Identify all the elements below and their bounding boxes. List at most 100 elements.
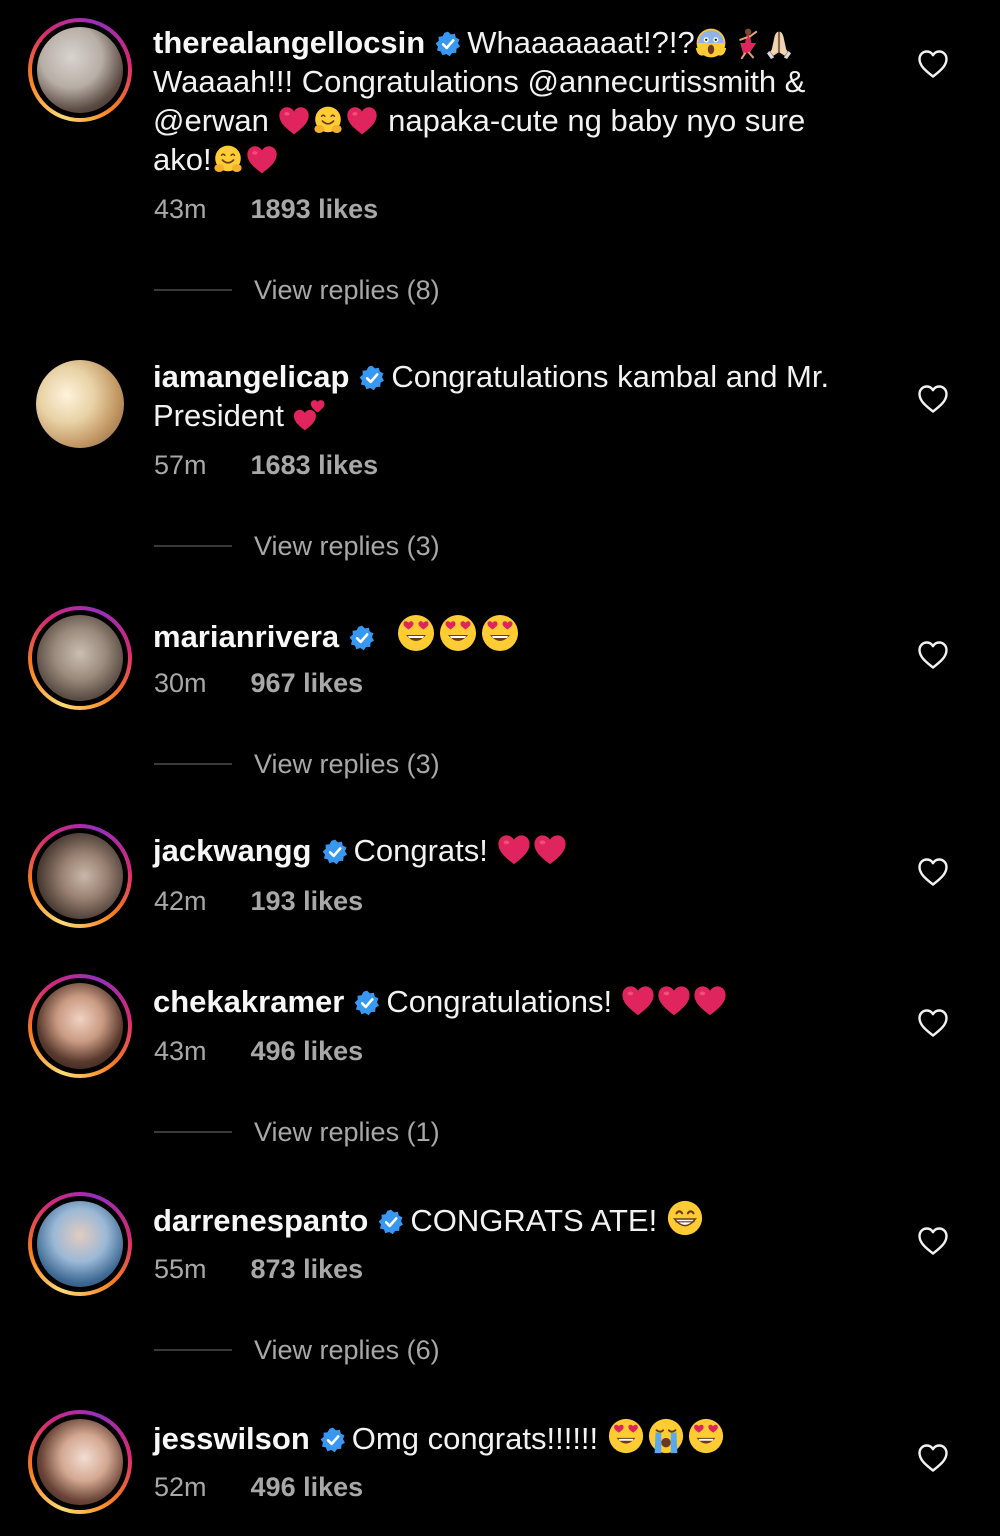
- like-heart-icon[interactable]: [917, 857, 949, 887]
- dancer-emoji-icon: [729, 27, 761, 59]
- heart-eyes-emoji-icon: [438, 613, 478, 653]
- heart-eyes-emoji-icon: [687, 1417, 725, 1455]
- like-heart-icon[interactable]: [917, 1008, 949, 1038]
- comment-text: marianrivera: [153, 613, 893, 656]
- username[interactable]: marianrivera: [153, 619, 339, 654]
- red-heart-emoji-icon: [693, 984, 727, 1018]
- verified-badge-icon: [322, 839, 348, 865]
- red-heart-emoji-icon: [278, 105, 310, 137]
- like-heart-icon[interactable]: [917, 384, 949, 414]
- comment-text: jesswilson Omg congrats!!!!!!: [153, 1417, 893, 1458]
- view-replies-button[interactable]: View replies (3): [154, 531, 440, 562]
- comment-body: Congratulations kambal and Mr.: [391, 359, 830, 394]
- comment-meta: 30m 967 likes: [154, 668, 363, 699]
- replies-divider-line: [154, 1131, 232, 1133]
- avatar[interactable]: [28, 606, 132, 710]
- username[interactable]: jesswilson: [153, 1421, 310, 1456]
- comment-body: Waaaah!!! Congratulations @annecurtissmi…: [153, 64, 806, 99]
- username[interactable]: chekakramer: [153, 984, 344, 1019]
- comment-body: Congrats!: [353, 833, 488, 868]
- like-heart-icon[interactable]: [917, 640, 949, 670]
- comment-text: therealangellocsin Whaaaaaaat!?!? Waaaah!…: [153, 23, 893, 179]
- likes-count[interactable]: 873 likes: [251, 1254, 364, 1284]
- like-heart-icon[interactable]: [917, 49, 949, 79]
- verified-badge-icon: [320, 1427, 346, 1453]
- view-replies-label[interactable]: View replies (8): [254, 275, 440, 305]
- timestamp: 43m: [154, 194, 207, 224]
- verified-badge-icon: [359, 365, 385, 391]
- replies-divider-line: [154, 763, 232, 765]
- view-replies-button[interactable]: View replies (3): [154, 749, 440, 780]
- comment-text: darrenespanto CONGRATS ATE!: [153, 1199, 893, 1240]
- comment-body: ako!: [153, 142, 212, 177]
- like-heart-icon[interactable]: [917, 1226, 949, 1256]
- timestamp: 57m: [154, 450, 207, 480]
- verified-badge-icon: [378, 1209, 404, 1235]
- like-heart-icon[interactable]: [917, 1443, 949, 1473]
- likes-count[interactable]: 496 likes: [251, 1472, 364, 1502]
- view-replies-label[interactable]: View replies (3): [254, 531, 440, 561]
- grinning-face-emoji-icon: [666, 1199, 704, 1237]
- timestamp: 30m: [154, 668, 207, 698]
- comment-meta: 43m 1893 likes: [154, 194, 378, 225]
- comment-meta: 55m 873 likes: [154, 1254, 363, 1285]
- likes-count[interactable]: 967 likes: [251, 668, 364, 698]
- two-hearts-emoji-icon: [293, 398, 327, 432]
- red-heart-emoji-icon: [621, 984, 655, 1018]
- avatar[interactable]: [28, 352, 132, 456]
- screaming-face-emoji-icon: [695, 27, 727, 59]
- username[interactable]: jackwangg: [153, 833, 312, 868]
- hugging-face-emoji-icon: [312, 105, 344, 137]
- heart-eyes-emoji-icon: [480, 613, 520, 653]
- red-heart-emoji-icon: [657, 984, 691, 1018]
- username[interactable]: darrenespanto: [153, 1203, 368, 1238]
- username[interactable]: iamangelicap: [153, 359, 349, 394]
- timestamp: 55m: [154, 1254, 207, 1284]
- view-replies-button[interactable]: View replies (8): [154, 275, 440, 306]
- timestamp: 43m: [154, 1036, 207, 1066]
- hugging-face-emoji-icon: [212, 144, 244, 176]
- avatar[interactable]: [28, 1192, 132, 1296]
- avatar[interactable]: [28, 18, 132, 122]
- comment-text: jackwangg Congrats!: [153, 831, 893, 870]
- red-heart-emoji-icon: [497, 833, 531, 867]
- avatar[interactable]: [28, 1410, 132, 1514]
- comment-meta: 42m 193 likes: [154, 886, 363, 917]
- likes-count[interactable]: 496 likes: [251, 1036, 364, 1066]
- mention-link[interactable]: @erwan: [153, 103, 269, 138]
- timestamp: 52m: [154, 1472, 207, 1502]
- likes-count[interactable]: 1683 likes: [251, 450, 379, 480]
- red-heart-emoji-icon: [346, 105, 378, 137]
- replies-divider-line: [154, 289, 232, 291]
- heart-eyes-emoji-icon: [396, 613, 436, 653]
- likes-count[interactable]: 193 likes: [251, 886, 364, 916]
- avatar[interactable]: [28, 824, 132, 928]
- comment-body: Omg congrats!!!!!!: [351, 1421, 599, 1456]
- verified-badge-icon: [435, 31, 461, 57]
- comment-meta: 43m 496 likes: [154, 1036, 363, 1067]
- replies-divider-line: [154, 1349, 232, 1351]
- view-replies-button[interactable]: View replies (1): [154, 1117, 440, 1148]
- comment-body: CONGRATS ATE!: [410, 1203, 658, 1238]
- verified-badge-icon: [349, 625, 375, 651]
- comment-meta: 52m 496 likes: [154, 1472, 363, 1503]
- timestamp: 42m: [154, 886, 207, 916]
- view-replies-label[interactable]: View replies (6): [254, 1335, 440, 1365]
- comment-body: Whaaaaaaat!?!?: [467, 25, 695, 60]
- comment-meta: 57m 1683 likes: [154, 450, 378, 481]
- view-replies-label[interactable]: View replies (3): [254, 749, 440, 779]
- comment-text: iamangelicap Congratulations kambal and M…: [153, 357, 893, 435]
- praying-hands-emoji-icon: [763, 27, 795, 59]
- username[interactable]: therealangellocsin: [153, 25, 425, 60]
- view-replies-label[interactable]: View replies (1): [254, 1117, 440, 1147]
- likes-count[interactable]: 1893 likes: [251, 194, 379, 224]
- replies-divider-line: [154, 545, 232, 547]
- comment-body: napaka-cute ng baby nyo sure: [388, 103, 806, 138]
- comment-text: chekakramer Congratulations!: [153, 982, 893, 1021]
- verified-badge-icon: [354, 990, 380, 1016]
- red-heart-emoji-icon: [533, 833, 567, 867]
- avatar[interactable]: [28, 974, 132, 1078]
- view-replies-button[interactable]: View replies (6): [154, 1335, 440, 1366]
- heart-eyes-emoji-icon: [607, 1417, 645, 1455]
- crying-face-emoji-icon: [647, 1417, 685, 1455]
